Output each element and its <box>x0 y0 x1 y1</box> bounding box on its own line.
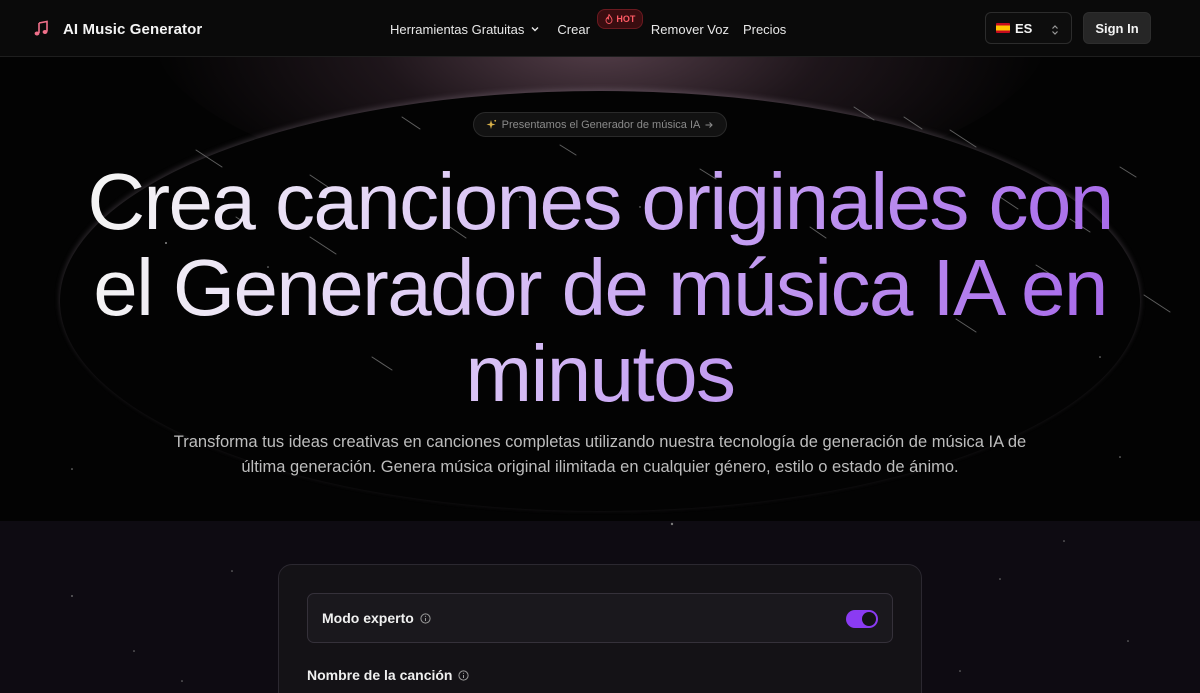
nav-link-remove-voice[interactable]: Remover Voz <box>651 22 729 37</box>
top-nav: AI Music Generator Herramientas Gratuita… <box>0 0 1200 57</box>
sign-in-button[interactable]: Sign In <box>1083 12 1151 44</box>
language-code: ES <box>1015 20 1033 36</box>
generator-card: Modo experto Nombre de la canción <box>278 564 922 693</box>
song-name-label: Nombre de la canción <box>307 667 470 683</box>
fire-icon <box>605 13 613 24</box>
expert-mode-toggle[interactable] <box>846 610 878 628</box>
nav-link-prices[interactable]: Precios <box>743 22 786 37</box>
spain-flag-icon <box>996 23 1010 33</box>
announcement-text: Presentamos el Generador de música IA <box>501 118 701 131</box>
nav-link-create-label: Crear <box>557 21 590 37</box>
info-icon[interactable] <box>420 612 431 624</box>
hero-subtitle: Transforma tus ideas creativas en cancio… <box>173 433 1027 476</box>
brand[interactable]: AI Music Generator <box>32 17 202 41</box>
music-note-icon <box>32 20 50 38</box>
hot-badge-label: HOT <box>616 13 636 24</box>
expert-mode-row: Modo experto <box>307 593 893 643</box>
toggle-knob <box>862 612 876 626</box>
chevron-up-down-icon <box>1051 23 1059 35</box>
expert-mode-text: Modo experto <box>322 610 414 626</box>
hero-section: Presentamos el Generador de música IA Cr… <box>0 57 1200 521</box>
generator-section: Modo experto Nombre de la canción <box>0 521 1200 693</box>
brand-name: AI Music Generator <box>63 20 203 38</box>
chevron-down-icon <box>530 24 540 34</box>
nav-link-free-tools[interactable]: Herramientas Gratuitas <box>390 22 540 37</box>
announcement-pill[interactable]: Presentamos el Generador de música IA <box>473 112 727 137</box>
hero-headline: Crea canciones originales con el Generad… <box>60 159 1140 417</box>
nav-link-create[interactable]: Crear HOT <box>557 8 644 37</box>
arrow-right-icon <box>704 120 714 130</box>
nav-links: Herramientas Gratuitas Crear HOT Remover… <box>390 8 786 38</box>
hot-badge: HOT <box>597 8 644 29</box>
info-icon[interactable] <box>458 669 470 681</box>
nav-link-free-tools-label: Herramientas Gratuitas <box>390 21 525 37</box>
page: AI Music Generator Herramientas Gratuita… <box>0 0 1200 693</box>
expert-mode-label: Modo experto <box>322 610 431 626</box>
language-select[interactable]: ES <box>985 12 1072 44</box>
sparkles-icon <box>486 119 497 130</box>
song-name-text: Nombre de la canción <box>307 667 453 683</box>
